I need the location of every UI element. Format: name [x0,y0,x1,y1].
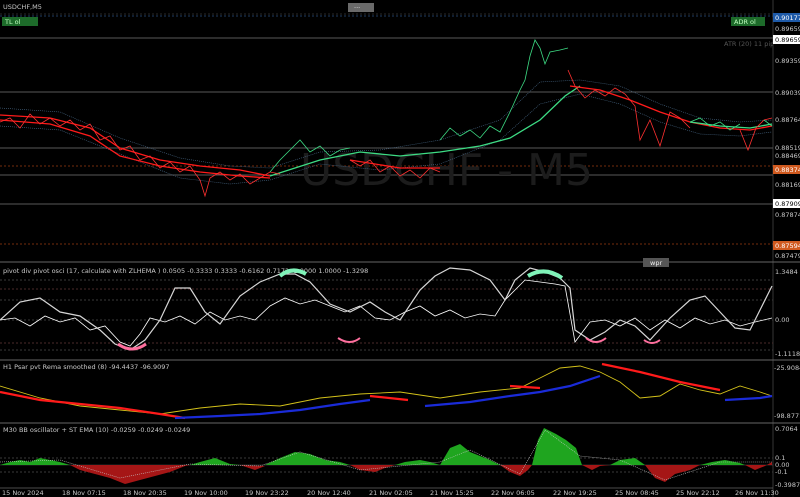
time-label: 26 Nov 11:30 [735,489,779,497]
time-label: 20 Nov 12:40 [307,489,351,497]
price-box-orange-2-text: 0.87594 [775,242,800,250]
pivot-panel-title: pivot div pivot osci (17, calculate with… [3,267,368,275]
bb-axis-label: 0.7064 [775,425,798,433]
pivot-axis-label: 1.3484 [775,268,798,276]
price-axis[interactable]: 0.90177 0.89659 0.89659 0.89359 0.89039 … [772,0,800,497]
bb-panel-title: M30 BB oscillator + ST EMA (10) -0.0259 … [3,426,190,434]
price-label: 0.89659 [775,25,800,33]
time-label: 25 Nov 08:45 [615,489,659,497]
price-label: 0.87874 [775,211,800,219]
psar-panel-title: H1 Psar pvt Rema smoothed (8) -94.4437 -… [3,363,170,371]
symbol-label: USDCHF,M5 [3,3,42,11]
price-label: 0.88519 [775,144,800,152]
psar-axis-label: -25.9084 [774,364,800,372]
price-label: 0.88169 [775,181,800,189]
top-bar: USDCHF,M5 ··· [0,0,773,15]
watermark: USDCHF - M5 [300,145,593,196]
time-label: 15 Nov 2024 [2,489,44,497]
atr-label: ATR (20) 11 pips [724,40,778,48]
wpr-tab-label: wpr [650,259,662,267]
price-label: 0.89039 [775,89,800,97]
price-label: 0.89359 [775,57,800,65]
pivot-axis-label: 0.00 [775,316,789,324]
time-label: 21 Nov 02:05 [369,489,413,497]
bb-axis-label: -0.1 [775,468,788,476]
badge-right-label: ADR ol [734,18,756,26]
time-label: 21 Nov 15:25 [430,489,474,497]
pivot-axis-label: -1.1118 [775,350,800,358]
price-box-level-text: 0.89659 [775,36,800,44]
price-box-orange-text: 0.88374 [775,166,800,174]
center-tab-label: ··· [354,4,360,12]
bb-axis-label: -0.3987 [775,481,800,489]
price-label: 0.87479 [775,252,800,260]
price-box-current-text: 0.90177 [775,14,800,22]
time-label: 19 Nov 10:00 [184,489,228,497]
time-label: 19 Nov 23:22 [245,489,289,497]
psar-axis-label: -98.8771 [774,412,800,420]
chart-window[interactable]: USDCHF,M5 ··· TL ol ADR ol USDCHF - M5 A… [0,0,800,497]
price-label: 0.88469 [775,152,800,160]
time-label: 18 Nov 07:15 [62,489,106,497]
time-label: 22 Nov 19:25 [553,489,597,497]
time-label: 25 Nov 22:12 [676,489,720,497]
badge-left-label: TL ol [4,18,21,26]
center-tab[interactable] [348,3,374,12]
price-label: 0.88764 [775,116,800,124]
time-label: 22 Nov 06:05 [491,489,535,497]
price-box-white-text: 0.87909 [775,200,800,208]
time-label: 18 Nov 20:35 [123,489,167,497]
